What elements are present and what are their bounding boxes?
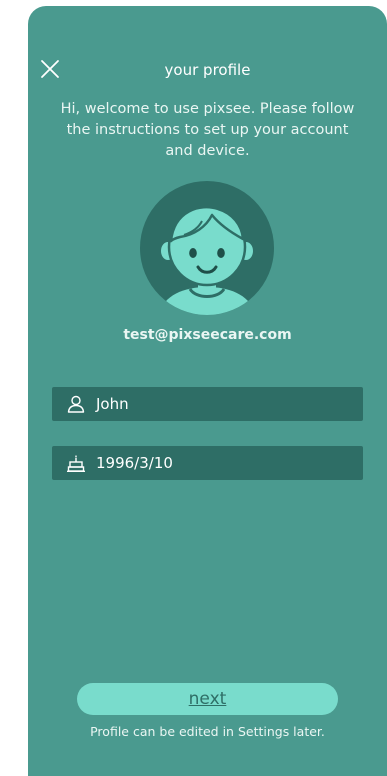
settings-hint: Profile can be edited in Settings later. (90, 724, 325, 739)
birthday-cake-icon (67, 455, 85, 472)
name-field[interactable]: John (52, 387, 363, 421)
child-avatar-icon[interactable] (140, 181, 274, 315)
birthday-field[interactable]: 1996/3/10 (52, 446, 363, 480)
profile-card: your profile Hi, welcome to use pixsee. … (28, 6, 387, 776)
page-title: your profile (164, 61, 251, 79)
account-email: test@pixseecare.com (123, 327, 292, 343)
welcome-message: Hi, welcome to use pixsee. Please follow… (60, 101, 355, 159)
next-button-label: next (188, 689, 227, 709)
person-icon (67, 395, 85, 413)
birthday-value: 1996/3/10 (96, 454, 173, 472)
name-value: John (96, 395, 129, 413)
next-button[interactable]: next (77, 683, 338, 715)
